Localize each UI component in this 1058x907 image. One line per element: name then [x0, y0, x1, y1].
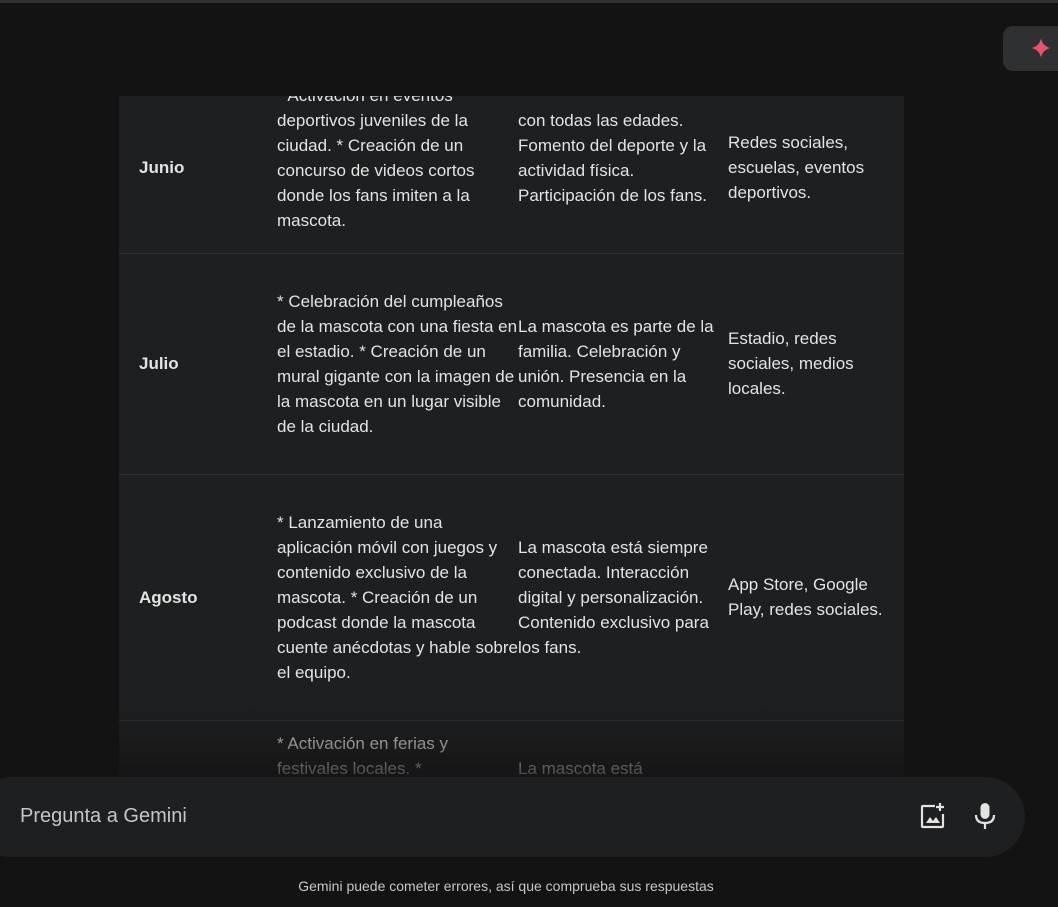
month-cell: Julio	[139, 354, 179, 373]
actions-text: * Activación en eventos deportivos juven…	[277, 96, 475, 230]
prompt-input-bar[interactable]: Pregunta a Gemini	[0, 777, 1025, 857]
channels-cell: Redes sociales, escuelas, eventos deport…	[728, 133, 865, 203]
actions-cell: * Activación en ferias y festivales loca…	[277, 733, 449, 777]
add-image-button[interactable]	[919, 802, 947, 830]
table-row: * Activación en ferias y festivales loca…	[119, 720, 904, 777]
table-row: Junio * Activación en eventos deportivos…	[119, 96, 904, 253]
month-cell	[119, 720, 277, 776]
gemini-spark-icon	[1031, 38, 1051, 58]
channels-cell	[728, 720, 904, 776]
actions-cell: * Activación en eventos deportivos juven…	[277, 96, 518, 253]
microphone-icon	[974, 803, 996, 829]
microphone-button[interactable]	[972, 802, 998, 830]
prompt-input[interactable]: Pregunta a Gemini	[20, 805, 187, 828]
channels-cell: Estadio, redes sociales, medios locales.	[728, 329, 854, 398]
actions-cell: * Celebración del cumpleaños de la masco…	[277, 291, 518, 436]
add-image-icon	[920, 803, 945, 829]
disclaimer-text: Gemini puede cometer errores, así que co…	[298, 878, 714, 894]
message-cell: La mascota está	[518, 758, 643, 777]
message-text: con todas las edades. Fomento del deport…	[518, 110, 707, 205]
gemini-spark-button[interactable]	[1003, 26, 1058, 71]
message-cell: La mascota está siempre conectada. Inter…	[518, 537, 709, 657]
message-cell: La mascota es parte de la familia. Celeb…	[518, 316, 714, 411]
window-top-border	[0, 0, 1058, 3]
month-cell: Agosto	[139, 587, 198, 607]
actions-cell: * Lanzamiento de una aplicación móvil co…	[277, 512, 519, 682]
response-table-container: Junio * Activación en eventos deportivos…	[119, 96, 904, 776]
table-row: Julio * Celebración del cumpleaños de la…	[119, 253, 904, 474]
table-row: Agosto * Lanzamiento de una aplicación m…	[119, 474, 904, 720]
month-cell: Junio	[139, 158, 185, 178]
message-cell: con todas las edades. Fomento del deport…	[518, 96, 728, 253]
campaign-table: Junio * Activación en eventos deportivos…	[119, 96, 904, 776]
channels-cell: App Store, Google Play, redes sociales.	[728, 575, 883, 619]
